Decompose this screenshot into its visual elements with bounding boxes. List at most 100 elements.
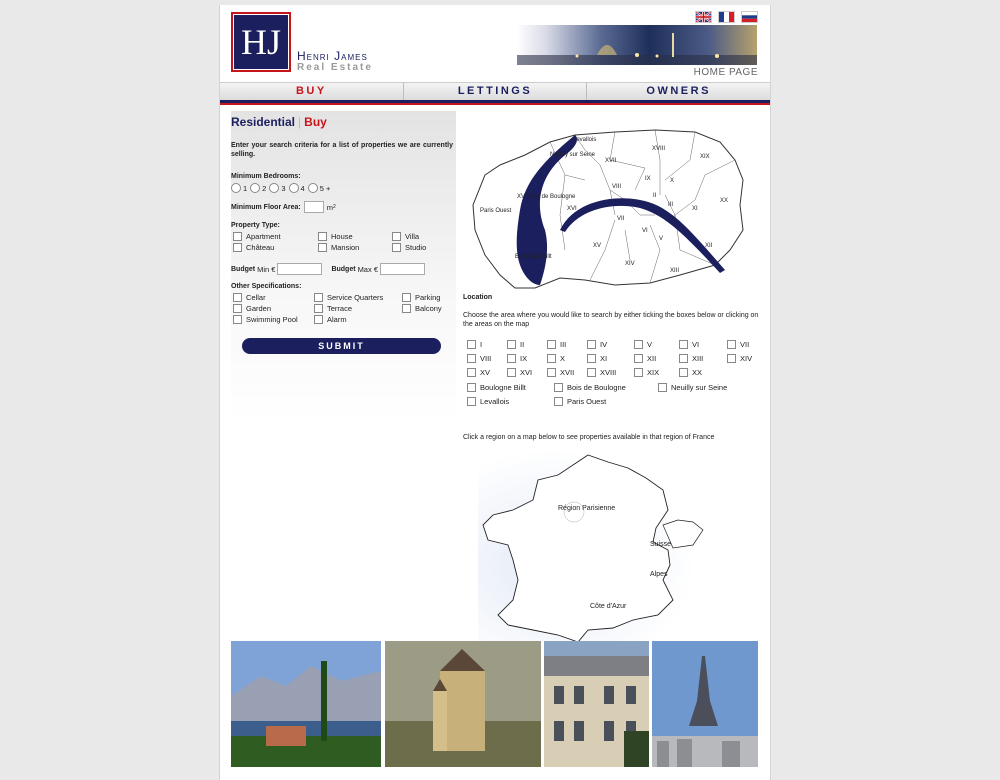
company-logo[interactable]: HJ (231, 12, 291, 72)
france-region-map[interactable]: Région Parisienne Suisse Alpes Côte d'Az… (478, 450, 718, 642)
bedroom-radio-2[interactable] (250, 183, 261, 193)
uk-flag-icon[interactable] (695, 11, 712, 23)
arrondissement-checkbox[interactable] (547, 340, 556, 349)
france-flag-icon[interactable] (718, 11, 735, 23)
arrondissement-i[interactable]: I (467, 340, 482, 349)
arrondissement-iv[interactable]: IV (587, 340, 607, 349)
bedroom-radio-3[interactable] (269, 183, 280, 193)
arrondissement-checkbox[interactable] (547, 368, 556, 377)
arrondissement-checkbox[interactable] (634, 368, 643, 377)
arrondissement-checkbox[interactable] (467, 354, 476, 363)
cellar-checkbox[interactable] (233, 293, 242, 302)
swimming-pool-checkbox[interactable] (233, 315, 242, 324)
spec-terrace[interactable]: Terrace (314, 304, 352, 313)
arrondissement-viii[interactable]: VIII (467, 354, 491, 363)
region-label-suisse[interactable]: Suisse (650, 541, 671, 548)
house-checkbox[interactable] (318, 232, 327, 241)
bedroom-radio-1[interactable] (231, 183, 241, 193)
region-label-cote-dazur[interactable]: Côte d'Azur (590, 603, 627, 610)
service-quarters-checkbox[interactable] (314, 293, 323, 302)
spec-alarm[interactable]: Alarm (314, 315, 347, 324)
home-page-link[interactable]: HOME PAGE (694, 67, 758, 78)
arrondissement-checkbox[interactable] (727, 340, 736, 349)
property-type-mansion[interactable]: Mansion (318, 243, 359, 252)
arrondissement-xx[interactable]: XX (679, 368, 702, 377)
arrondissement-iii[interactable]: III (547, 340, 566, 349)
villa-checkbox[interactable] (392, 232, 401, 241)
property-type-villa[interactable]: Villa (392, 232, 419, 241)
terrace-checkbox[interactable] (314, 304, 323, 313)
studio-checkbox[interactable] (392, 243, 401, 252)
arrondissement-xiii[interactable]: XIII (679, 354, 703, 363)
arrondissement-checkbox[interactable] (679, 368, 688, 377)
arrondissement-checkbox[interactable] (547, 354, 556, 363)
arrondissement-checkbox[interactable] (587, 340, 596, 349)
arrondissement-checkbox[interactable] (679, 354, 688, 363)
arrondissement-xvi[interactable]: XVI (507, 368, 532, 377)
boulogne-checkbox[interactable] (467, 383, 476, 392)
parking-checkbox[interactable] (402, 293, 411, 302)
arrondissement-xviii[interactable]: XVIII (587, 368, 616, 377)
spec-parking[interactable]: Parking (402, 293, 440, 302)
arrondissement-checkbox[interactable] (507, 368, 516, 377)
arrondissement-checkbox[interactable] (634, 354, 643, 363)
arrondissement-checkbox[interactable] (467, 340, 476, 349)
region-label-paris[interactable]: Région Parisienne (558, 505, 615, 512)
area-boulogne[interactable]: Boulogne Billt (467, 383, 526, 392)
alarm-checkbox[interactable] (314, 315, 323, 324)
nav-buy[interactable]: BUY (220, 83, 404, 100)
paris-ouest-checkbox[interactable] (554, 397, 563, 406)
arrondissement-xi[interactable]: XI (587, 354, 607, 363)
arrondissement-xiv[interactable]: XIV (727, 354, 752, 363)
area-neuilly[interactable]: Neuilly sur Seine (658, 383, 727, 392)
spec-balcony[interactable]: Balcony (402, 304, 442, 313)
eiffel-tower-photo[interactable] (652, 641, 758, 767)
chateau-checkbox[interactable] (233, 243, 242, 252)
property-type-studio[interactable]: Studio (392, 243, 426, 252)
spec-cellar[interactable]: Cellar (233, 293, 266, 302)
property-type-apartment[interactable]: Apartment (233, 232, 281, 241)
neuilly-checkbox[interactable] (658, 383, 667, 392)
mansion-checkbox[interactable] (318, 243, 327, 252)
paris-building-photo[interactable] (544, 641, 649, 767)
bedroom-radio-4[interactable] (288, 183, 299, 193)
arrondissement-checkbox[interactable] (587, 354, 596, 363)
budget-min-input[interactable] (277, 263, 323, 275)
nav-lettings[interactable]: LETTINGS (404, 83, 588, 100)
apartment-checkbox[interactable] (233, 232, 242, 241)
property-type-chateau[interactable]: Château (233, 243, 274, 252)
levallois-checkbox[interactable] (467, 397, 476, 406)
budget-max-input[interactable] (380, 263, 425, 275)
bois-de-boulogne-checkbox[interactable] (554, 383, 563, 392)
balcony-checkbox[interactable] (402, 304, 411, 313)
area-paris-ouest[interactable]: Paris Ouest (554, 397, 606, 406)
arrondissement-checkbox[interactable] (679, 340, 688, 349)
arrondissement-checkbox[interactable] (634, 340, 643, 349)
arrondissement-checkbox[interactable] (467, 368, 476, 377)
arrondissement-vii[interactable]: VII (727, 340, 749, 349)
spec-garden[interactable]: Garden (233, 304, 271, 313)
chateau-photo[interactable] (385, 641, 541, 767)
bedroom-radio-5[interactable] (307, 183, 318, 193)
arrondissement-xix[interactable]: XIX (634, 368, 659, 377)
arrondissement-checkbox[interactable] (507, 354, 516, 363)
arrondissement-xvii[interactable]: XVII (547, 368, 574, 377)
russia-flag-icon[interactable] (741, 11, 758, 23)
arrondissement-ix[interactable]: IX (507, 354, 527, 363)
garden-checkbox[interactable] (233, 304, 242, 313)
arrondissement-checkbox[interactable] (507, 340, 516, 349)
paris-arrondissement-map[interactable]: Levallois Neuilly sur Seine XVII XVIII X… (465, 120, 750, 295)
region-label-alpes[interactable]: Alpes (650, 571, 668, 578)
arrondissement-vi[interactable]: VI (679, 340, 699, 349)
arrondissement-xii[interactable]: XII (634, 354, 656, 363)
area-levallois[interactable]: Levallois (467, 397, 509, 406)
arrondissement-checkbox[interactable] (587, 368, 596, 377)
area-bois-de-boulogne[interactable]: Bois de Boulogne (554, 383, 626, 392)
submit-button[interactable]: SUBMIT (242, 338, 441, 354)
spec-swimming-pool[interactable]: Swimming Pool (233, 315, 298, 324)
property-type-house[interactable]: House (318, 232, 353, 241)
lake-village-photo[interactable] (231, 641, 381, 767)
arrondissement-x[interactable]: X (547, 354, 565, 363)
arrondissement-ii[interactable]: II (507, 340, 524, 349)
arrondissement-v[interactable]: V (634, 340, 652, 349)
